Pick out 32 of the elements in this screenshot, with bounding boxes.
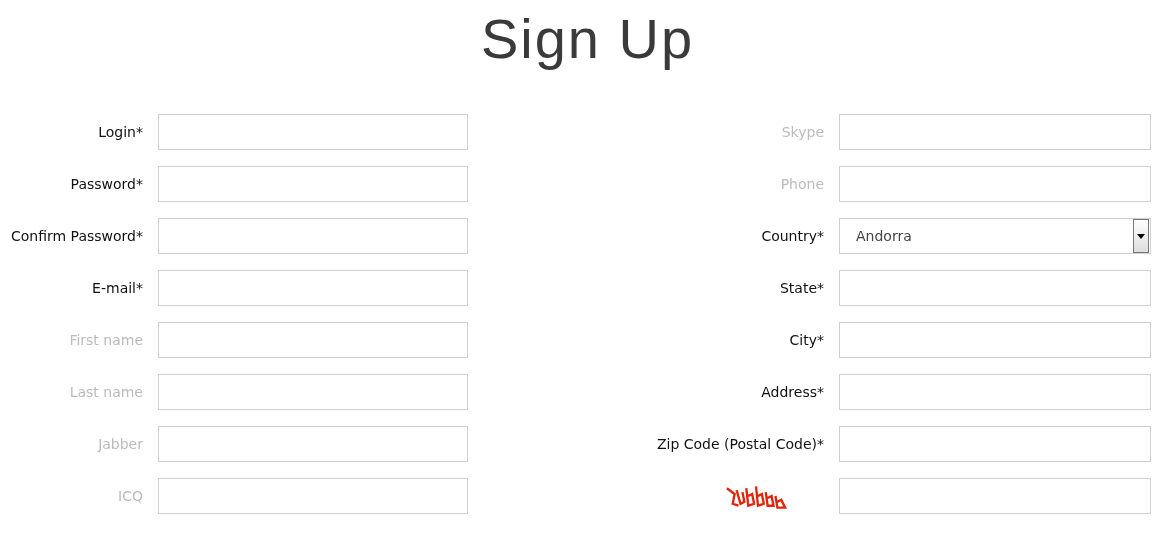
field-label: Confirm Password* bbox=[10, 228, 143, 244]
field-label: Jabber bbox=[98, 436, 143, 452]
field-label: E-mail* bbox=[92, 280, 143, 296]
input-field[interactable] bbox=[158, 270, 468, 306]
input-field[interactable] bbox=[839, 426, 1151, 462]
field-label: Address* bbox=[761, 384, 824, 400]
input-field[interactable] bbox=[158, 218, 468, 254]
field-label: Country* bbox=[761, 228, 824, 244]
country-dropdown[interactable]: Andorra bbox=[839, 218, 1151, 254]
field-label: Last name bbox=[69, 384, 143, 400]
field-label: First name bbox=[69, 332, 143, 348]
field-label: Login* bbox=[98, 124, 143, 140]
input-field[interactable] bbox=[158, 114, 468, 150]
input-field[interactable] bbox=[158, 166, 468, 202]
input-field[interactable] bbox=[158, 478, 468, 514]
captcha-field[interactable] bbox=[839, 478, 1151, 514]
field-label: ICQ bbox=[118, 488, 143, 504]
field-label: Skype bbox=[781, 124, 824, 140]
input-field[interactable] bbox=[158, 374, 468, 410]
field-label: Zip Code (Postal Code)* bbox=[656, 436, 824, 452]
field-label: City* bbox=[789, 332, 824, 348]
input-field[interactable] bbox=[839, 114, 1151, 150]
field-label: State* bbox=[779, 280, 824, 296]
input-field[interactable] bbox=[158, 322, 468, 358]
input-field[interactable] bbox=[839, 270, 1151, 306]
input-field[interactable] bbox=[158, 426, 468, 462]
input-field[interactable] bbox=[839, 374, 1151, 410]
input-field[interactable] bbox=[839, 166, 1151, 202]
input-field[interactable] bbox=[839, 322, 1151, 358]
field-label: Password* bbox=[70, 176, 143, 192]
field-label: Phone bbox=[780, 176, 824, 192]
page-title: Sign Up bbox=[479, 6, 696, 72]
